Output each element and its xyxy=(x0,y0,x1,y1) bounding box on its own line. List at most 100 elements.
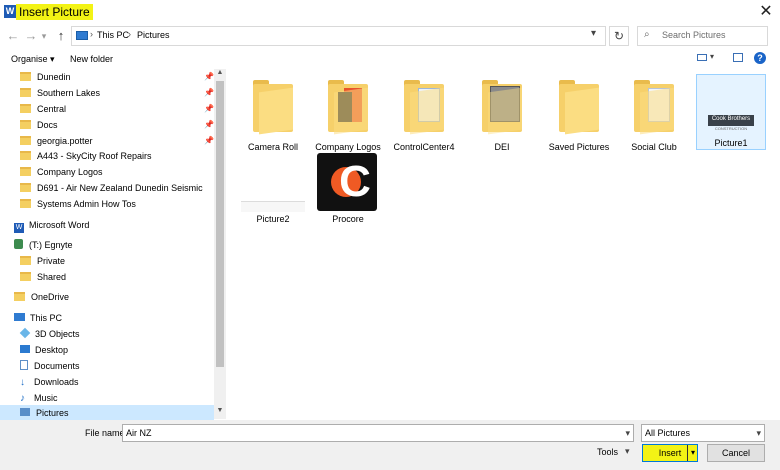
help-icon[interactable]: ? xyxy=(754,52,766,64)
nav-item-company-logos[interactable]: Company Logos xyxy=(20,164,103,180)
image-procore[interactable]: C Procore xyxy=(309,153,387,229)
folder-icon xyxy=(20,199,31,208)
dialog-footer: File name: Air NZ ▾ All Pictures ▾ Tools… xyxy=(0,420,780,470)
nav-item-desktop[interactable]: Desktop xyxy=(20,342,68,358)
item-label: Social Club xyxy=(631,142,677,152)
nav-item-d691[interactable]: D691 - Air New Zealand Dunedin Seismic xyxy=(20,180,203,196)
folder-icon xyxy=(328,80,368,135)
nav-item-georgia-potter[interactable]: georgia.potter xyxy=(20,133,93,149)
folder-icon xyxy=(20,120,31,129)
nav-item-microsoft-word[interactable]: W Microsoft Word xyxy=(14,217,89,233)
folder-icon xyxy=(559,80,599,135)
breadcrumb-pictures[interactable]: Pictures xyxy=(137,30,170,40)
nav-item-3d-objects[interactable]: 3D Objects xyxy=(19,326,80,342)
breadcrumb-this-pc[interactable]: This PC xyxy=(97,30,129,40)
title-bar: W Insert Picture ✕ xyxy=(0,0,780,24)
folder-icon xyxy=(20,183,31,192)
picture2-thumbnail xyxy=(241,201,305,212)
folder-icon xyxy=(20,272,31,281)
pin-icon[interactable]: 📌 xyxy=(204,72,214,81)
nav-item-a443[interactable]: A443 - SkyCity Roof Repairs xyxy=(20,148,152,164)
scroll-down-arrow[interactable]: ▼ xyxy=(214,407,226,417)
nav-item-systems-admin[interactable]: Systems Admin How Tos xyxy=(20,196,136,212)
pin-icon[interactable]: 📌 xyxy=(204,104,214,113)
breadcrumb-separator: › xyxy=(128,29,131,39)
nav-item-central[interactable]: Central xyxy=(20,101,66,117)
folder-social-club[interactable]: Social Club xyxy=(615,77,693,157)
folder-icon xyxy=(20,167,31,176)
recent-locations-button[interactable]: ▾ xyxy=(38,27,50,45)
preview-pane-icon[interactable] xyxy=(733,53,743,62)
address-bar[interactable]: › This PC › Pictures ▾ xyxy=(71,26,606,46)
breadcrumb-separator: › xyxy=(90,29,93,39)
cancel-button[interactable]: Cancel xyxy=(707,444,765,462)
nav-item-docs[interactable]: Docs xyxy=(20,117,58,133)
view-options-icon[interactable] xyxy=(697,54,707,61)
folder-icon xyxy=(20,151,31,160)
address-row: ← → ▾ ↑ › This PC › Pictures ▾ ↻ ⌕ Searc… xyxy=(0,24,780,48)
pin-icon[interactable]: 📌 xyxy=(204,120,214,129)
nav-item-egnyte[interactable]: (T:) Egnyte xyxy=(14,237,73,253)
nav-item-documents[interactable]: Documents xyxy=(20,358,80,374)
folder-company-logos[interactable]: Company Logos xyxy=(309,77,387,157)
image-picture1[interactable]: Cook Brothers CONSTRUCTION Picture1 xyxy=(696,74,766,150)
insert-dropdown-icon[interactable]: ▾ xyxy=(687,445,698,461)
folder-camera-roll[interactable]: Camera Roll xyxy=(234,77,312,157)
item-label: ControlCenter4 xyxy=(393,142,455,152)
item-label: Picture2 xyxy=(256,214,290,224)
view-dropdown-icon[interactable]: ▾ xyxy=(710,52,714,61)
pin-icon[interactable]: 📌 xyxy=(204,136,214,145)
folder-icon xyxy=(20,104,31,113)
back-button[interactable]: ← xyxy=(4,27,22,45)
nav-item-private[interactable]: Private xyxy=(20,253,65,269)
3d-objects-icon xyxy=(19,327,31,339)
close-button[interactable]: ✕ xyxy=(756,3,776,21)
nav-scrollbar[interactable]: ▲ ▼ xyxy=(214,69,226,419)
folder-icon xyxy=(253,80,293,135)
address-dropdown-icon[interactable]: ▾ xyxy=(591,28,596,39)
scroll-up-arrow[interactable]: ▲ xyxy=(214,69,226,79)
up-button[interactable]: ↑ xyxy=(52,27,70,45)
nav-item-shared[interactable]: Shared xyxy=(20,269,66,285)
folder-dei[interactable]: DEI xyxy=(463,77,541,157)
new-folder-button[interactable]: New folder xyxy=(70,54,113,64)
folder-saved-pictures[interactable]: Saved Pictures xyxy=(540,77,618,157)
folder-icon xyxy=(20,88,31,97)
pin-icon[interactable]: 📌 xyxy=(204,88,214,97)
tools-dropdown-icon[interactable]: ▾ xyxy=(625,446,630,457)
item-label: Saved Pictures xyxy=(548,142,610,152)
computer-icon xyxy=(14,313,25,321)
refresh-button[interactable]: ↻ xyxy=(609,26,629,46)
nav-item-music[interactable]: ♪ Music xyxy=(20,390,58,406)
nav-item-southern-lakes[interactable]: Southern Lakes xyxy=(20,85,100,101)
window-title: Insert Picture xyxy=(16,4,93,20)
picture1-thumbnail-subtext: CONSTRUCTION xyxy=(714,126,748,131)
scroll-thumb[interactable] xyxy=(216,81,224,367)
image-picture2[interactable]: Picture2 xyxy=(234,157,312,229)
item-label: Company Logos xyxy=(315,142,381,152)
picture1-thumbnail: Cook Brothers xyxy=(708,115,754,126)
folder-icon xyxy=(634,80,674,135)
folder-icon xyxy=(482,80,522,135)
nav-item-pictures[interactable]: Pictures xyxy=(0,405,214,421)
file-view: Camera Roll Company Logos ControlCenter4… xyxy=(226,69,780,419)
item-label: Camera Roll xyxy=(247,142,298,152)
nav-item-onedrive[interactable]: OneDrive xyxy=(14,289,69,305)
folder-controlcenter4[interactable]: ControlCenter4 xyxy=(385,77,463,157)
nav-item-downloads[interactable]: ↓ Downloads xyxy=(20,374,79,390)
word-icon: W xyxy=(14,223,24,233)
filename-dropdown-icon[interactable]: ▾ xyxy=(625,425,630,441)
file-type-select[interactable]: All Pictures ▾ xyxy=(641,424,765,442)
filename-label: File name: xyxy=(85,428,128,438)
procore-logo-thumbnail: C xyxy=(317,153,377,211)
search-input[interactable]: ⌕ Search Pictures xyxy=(637,26,768,46)
tools-button[interactable]: Tools xyxy=(597,447,618,457)
nav-item-this-pc[interactable]: This PC xyxy=(14,310,62,326)
procore-logo-letter: C xyxy=(339,157,371,206)
command-bar: Organise ▾ New folder ▾ ? xyxy=(0,50,780,68)
nav-item-dunedin[interactable]: Dunedin xyxy=(20,69,71,85)
filename-input[interactable]: Air NZ ▾ xyxy=(122,424,634,442)
file-type-dropdown-icon[interactable]: ▾ xyxy=(756,425,761,441)
organise-button[interactable]: Organise ▾ xyxy=(11,54,55,65)
folder-icon xyxy=(20,72,31,81)
